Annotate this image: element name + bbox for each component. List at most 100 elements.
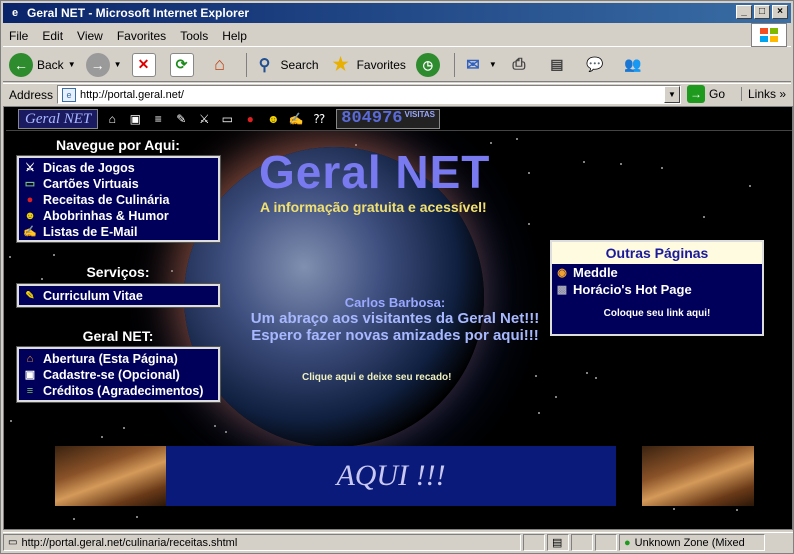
print-button[interactable]: ⎙ [506, 52, 535, 77]
mail-button[interactable]: ✉ ▼ [453, 52, 497, 77]
status-text: ▭ http://portal.geral.net/culinaria/rece… [3, 534, 521, 551]
discuss-button[interactable]: 💬 [582, 52, 611, 77]
edit-button[interactable]: ▤ [544, 52, 573, 77]
menu-view[interactable]: View [77, 29, 103, 43]
menu-bar: File Edit View Favorites Tools Help [3, 25, 791, 47]
nav-item-cartoes[interactable]: ▭ Cartões Virtuais [23, 176, 214, 192]
apple-icon[interactable]: ● [241, 110, 259, 128]
id-card-icon[interactable]: ▣ [126, 110, 144, 128]
maximize-button[interactable]: □ [754, 5, 770, 19]
search-icon: ⚲ [252, 52, 277, 77]
star-dot [516, 138, 518, 140]
history-button[interactable]: ◷ [415, 52, 444, 77]
links-button[interactable]: Links » [741, 87, 791, 101]
geral-box: ⌂ Abertura (Esta Página) ▣ Cadastre-se (Op… [16, 346, 221, 403]
message-line1: Um abraço aos visitantes da Geral Net!!! [250, 310, 540, 327]
swords-icon: ⚔ [25, 162, 35, 174]
menu-help[interactable]: Help [222, 29, 247, 43]
pencil-icon[interactable]: ✎ [172, 110, 190, 128]
nav-item-email[interactable]: ✍ Listas de E-Mail [23, 224, 214, 240]
address-input[interactable]: e http://portal.geral.net/ ▼ [57, 85, 681, 104]
nav-heading: Navegue por Aqui: [56, 137, 180, 153]
messenger-icon: 👥 [620, 52, 645, 77]
favorites-button[interactable]: ★ Favorites [328, 52, 406, 77]
smiley-icon[interactable]: ☻ [264, 110, 282, 128]
star-dot [595, 377, 597, 379]
list-icon[interactable]: ≡ [149, 110, 167, 128]
other-page-meddle[interactable]: ◉ Meddle [552, 264, 762, 281]
go-button[interactable]: → Go [687, 85, 725, 103]
star-dot [749, 185, 751, 187]
page-icon: e [62, 87, 76, 102]
forward-button[interactable]: → ▼ [85, 52, 122, 77]
postcard-icon[interactable]: ▭ [218, 110, 236, 128]
minimize-button[interactable]: _ [736, 5, 752, 19]
nav-item-cadastre[interactable]: ▣ Cadastre-se (Opcional) [23, 367, 214, 383]
counter-suffix: VISITAS [404, 110, 436, 119]
nav-item-abertura[interactable]: ⌂ Abertura (Esta Página) [23, 351, 214, 367]
guestbook-link[interactable]: Clique aqui e deixe seu recado! [302, 372, 452, 383]
star-dot [101, 436, 103, 438]
search-button[interactable]: ⚲ Search [245, 52, 319, 77]
id-card-icon: ▣ [24, 369, 36, 381]
menu-tools[interactable]: Tools [180, 29, 208, 43]
nav-item-creditos[interactable]: ≡ Créditos (Agradecimentos) [23, 383, 214, 399]
menu-file[interactable]: File [9, 29, 28, 43]
notepad-icon[interactable]: ✍ [287, 110, 305, 128]
welcome-message: Carlos Barbosa: Um abraço aos visitantes… [230, 295, 560, 344]
nav-item-curriculum[interactable]: ✎ Curriculum Vitae [23, 288, 214, 304]
home-button[interactable]: ⌂ [207, 52, 236, 77]
pencil-icon: ✎ [25, 290, 35, 302]
nav-item-jogos[interactable]: ⚔ Dicas de Jogos [23, 160, 214, 176]
search-label: Search [280, 57, 319, 72]
geral-heading: Geral NET: [82, 328, 154, 344]
home-icon[interactable]: ⌂ [103, 110, 121, 128]
stop-button[interactable]: ✕ [131, 52, 160, 77]
menu-favorites[interactable]: Favorites [117, 29, 166, 43]
back-button[interactable]: ← Back ▼ [9, 52, 76, 77]
star-dot [736, 509, 738, 511]
refresh-button[interactable]: ⟳ [169, 52, 198, 77]
address-bar: Address e http://portal.geral.net/ ▼ → G… [3, 83, 791, 105]
star-dot [703, 216, 705, 218]
star-dot [620, 163, 622, 165]
menu-edit[interactable]: Edit [42, 29, 63, 43]
visit-counter: 804976 VISITAS [336, 108, 441, 129]
ie-logo-icon: e [11, 7, 19, 19]
page-content: Geral NET ⌂ ▣ ≡ ✎ ⚔ ▭ ● ☻ ✍ ⁇ 804976 VIS… [3, 106, 793, 530]
swords-icon[interactable]: ⚔ [195, 110, 213, 128]
address-dropdown-button[interactable]: ▼ [664, 86, 680, 103]
other-pages-box: Outras Páginas ◉ Meddle ▩ Horácio's Hot Pa… [550, 240, 764, 336]
message-author: Carlos Barbosa: [344, 295, 446, 310]
star-dot [555, 396, 557, 398]
apple-icon: ● [26, 194, 34, 206]
close-button[interactable]: × [772, 5, 788, 19]
star-dot [528, 223, 530, 225]
messenger-button[interactable]: 👥 [620, 52, 649, 77]
browser-window: e Geral NET - Microsoft Internet Explore… [0, 0, 794, 554]
services-heading: Serviços: [86, 264, 150, 280]
site-logo[interactable]: Geral NET [18, 108, 99, 129]
stop-icon: ✕ [131, 52, 156, 77]
rock-image-left [55, 446, 167, 506]
nav-item-receitas[interactable]: ● Receitas de Culinária [23, 192, 214, 208]
notepad-icon: ✍ [23, 226, 37, 238]
window-title: Geral NET - Microsoft Internet Explorer [27, 6, 250, 20]
other-pages-heading: Outras Páginas [552, 242, 762, 264]
nav-item-humor[interactable]: ☻ Abobrinhas & Humor [23, 208, 214, 224]
star-dot [123, 427, 125, 429]
banner-aqui[interactable]: AQUI !!! [166, 446, 616, 506]
help-icon[interactable]: ⁇ [310, 110, 328, 128]
other-page-horacio[interactable]: ▩ Horácio's Hot Page [552, 281, 762, 298]
counter-value: 804976 [341, 109, 403, 128]
meddle-icon: ◉ [557, 266, 567, 279]
site-navbar: Geral NET ⌂ ▣ ≡ ✎ ⚔ ▭ ● ☻ ✍ ⁇ 804976 VIS… [6, 107, 792, 131]
page-subtitle: A informação gratuita e acessível! [260, 199, 487, 215]
star-dot [214, 425, 216, 427]
add-link-cta[interactable]: Coloque seu link aqui! [552, 308, 762, 319]
status-pane-2: ▤ [547, 534, 569, 551]
status-pane-4 [595, 534, 617, 551]
chevron-down-icon: ▼ [67, 60, 76, 69]
postcard-icon: ▭ [24, 178, 36, 190]
star-dot [73, 518, 75, 520]
